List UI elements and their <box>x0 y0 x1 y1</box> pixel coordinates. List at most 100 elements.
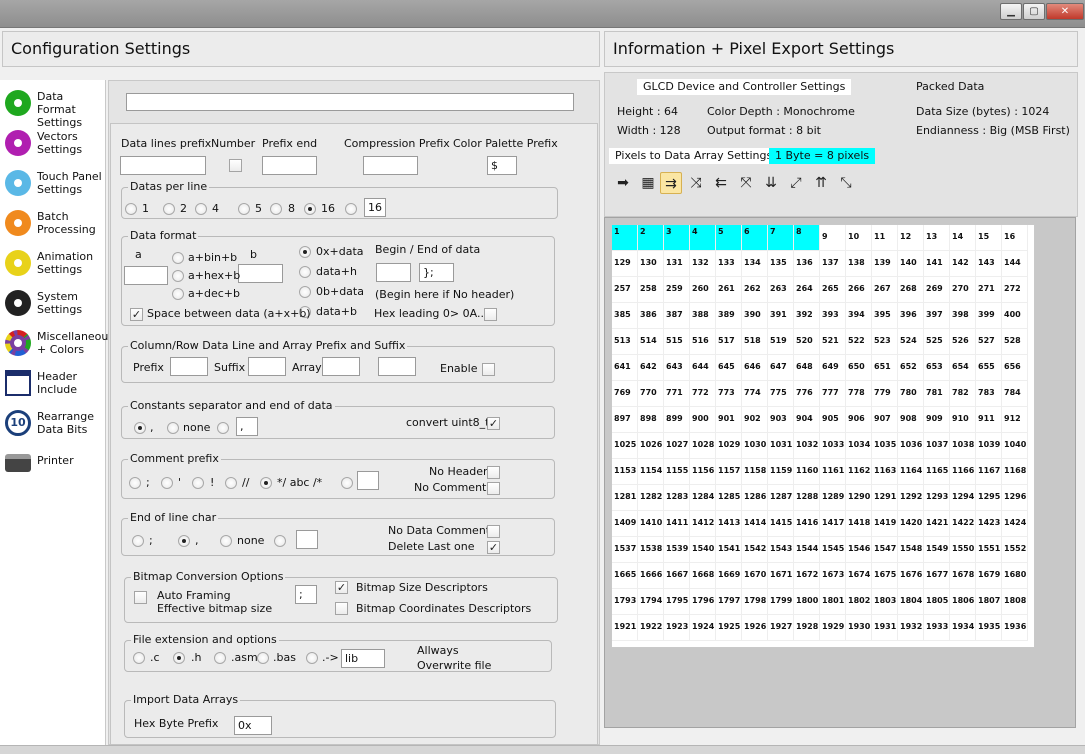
pixel-cell[interactable]: 1036 <box>898 433 924 459</box>
pixel-cell[interactable]: 132 <box>690 251 716 277</box>
radio-bin[interactable] <box>172 252 184 264</box>
pixel-cell[interactable]: 514 <box>638 329 664 355</box>
datas-radio-4[interactable] <box>195 203 207 215</box>
pixel-cell[interactable]: 772 <box>690 381 716 407</box>
pixel-cell[interactable]: 775 <box>768 381 794 407</box>
pixel-cell[interactable]: 778 <box>846 381 872 407</box>
pixel-cell[interactable]: 1799 <box>768 589 794 615</box>
pixel-cell[interactable]: 1930 <box>846 615 872 641</box>
pixel-cell[interactable]: 900 <box>690 407 716 433</box>
pixel-cell[interactable]: 271 <box>976 277 1002 303</box>
pixel-cell[interactable]: 1168 <box>1002 459 1028 485</box>
pixel-cell[interactable]: 1933 <box>924 615 950 641</box>
pixel-cell[interactable]: 1804 <box>898 589 924 615</box>
pixel-cell[interactable]: 1668 <box>690 563 716 589</box>
radio-dec[interactable] <box>172 288 184 300</box>
pixel-cell[interactable]: 780 <box>898 381 924 407</box>
pixel-cell[interactable]: 1167 <box>976 459 1002 485</box>
pixel-cell[interactable]: 782 <box>950 381 976 407</box>
pixel-cell[interactable]: 1807 <box>976 589 1002 615</box>
pixel-cell[interactable]: 1155 <box>664 459 690 485</box>
pixel-cell[interactable]: 1805 <box>924 589 950 615</box>
pixel-cell[interactable]: 385 <box>612 303 638 329</box>
pixel-cell[interactable]: 1537 <box>612 537 638 563</box>
pixel-cell[interactable]: 1032 <box>794 433 820 459</box>
pixel-cell[interactable]: 651 <box>872 355 898 381</box>
pixel-cell[interactable]: 1808 <box>1002 589 1028 615</box>
separator-custom-input[interactable]: , <box>236 417 258 436</box>
hex-leading-checkbox[interactable] <box>484 308 497 321</box>
pixel-cell[interactable]: 1031 <box>768 433 794 459</box>
number-checkbox[interactable] <box>229 159 242 172</box>
pixel-cell[interactable]: 1288 <box>794 485 820 511</box>
pixel-cell[interactable]: 783 <box>976 381 1002 407</box>
pixel-cell[interactable]: 1030 <box>742 433 768 459</box>
pixel-cell[interactable]: 646 <box>742 355 768 381</box>
pixel-cell[interactable]: 654 <box>950 355 976 381</box>
pixel-cell[interactable]: 1794 <box>638 589 664 615</box>
pixel-cell[interactable]: 11 <box>872 225 898 251</box>
pixel-grid[interactable]: 1 2 3 4 5 6 7 8 9 10 11 12 13 14 15 16 129 130 131 132 133 13… <box>611 224 1035 648</box>
pixel-cell[interactable]: 655 <box>976 355 1002 381</box>
sidebar-item-header-include[interactable]: Header Include <box>2 364 104 402</box>
eol-radio-none[interactable] <box>220 535 232 547</box>
pixel-cell[interactable]: 898 <box>638 407 664 433</box>
pixel-cell[interactable]: 1415 <box>768 511 794 537</box>
pixel-cell[interactable]: 1552 <box>1002 537 1028 563</box>
pixel-cell[interactable]: 645 <box>716 355 742 381</box>
pixel-cell[interactable]: 1281 <box>612 485 638 511</box>
separator-radio-comma[interactable] <box>134 422 146 434</box>
convert-uint8-checkbox[interactable]: ✓ <box>487 417 500 430</box>
pixel-cell[interactable]: 522 <box>846 329 872 355</box>
bitmap-size-checkbox[interactable]: ✓ <box>335 581 348 594</box>
pixel-cell[interactable]: 1154 <box>638 459 664 485</box>
pixel-cell[interactable]: 1806 <box>950 589 976 615</box>
pixel-cell[interactable]: 1292 <box>898 485 924 511</box>
pixel-cell[interactable]: 912 <box>1002 407 1028 433</box>
ext-custom-input[interactable]: lib <box>341 649 385 668</box>
pixel-cell[interactable]: 1423 <box>976 511 1002 537</box>
comment-radio-quote[interactable] <box>161 477 173 489</box>
eol-custom-input[interactable] <box>296 530 318 549</box>
no-header-checkbox[interactable] <box>487 466 500 479</box>
array-suffix-input[interactable] <box>378 357 416 376</box>
pixel-cell[interactable]: 1548 <box>898 537 924 563</box>
pixel-cell[interactable]: 133 <box>716 251 742 277</box>
ext-radio-c[interactable] <box>133 652 145 664</box>
pixel-cell[interactable]: 1412 <box>690 511 716 537</box>
pixel-cell[interactable]: 1158 <box>742 459 768 485</box>
pixel-cell[interactable]: 779 <box>872 381 898 407</box>
pixel-cell[interactable]: 515 <box>664 329 690 355</box>
pixel-cell[interactable]: 1410 <box>638 511 664 537</box>
pixel-cell[interactable]: 770 <box>638 381 664 407</box>
pixel-cell[interactable]: 648 <box>794 355 820 381</box>
pixel-cell[interactable]: 393 <box>820 303 846 329</box>
enable-checkbox[interactable] <box>482 363 495 376</box>
pixel-cell[interactable]: 1669 <box>716 563 742 589</box>
pixel-cell[interactable]: 650 <box>846 355 872 381</box>
pixel-cell[interactable]: 4 <box>690 225 716 251</box>
pixel-cell[interactable]: 1 <box>612 225 638 251</box>
radio-0b-data[interactable] <box>299 286 311 298</box>
pixel-cell[interactable]: 1422 <box>950 511 976 537</box>
pixel-cell[interactable]: 391 <box>768 303 794 329</box>
pixel-cell[interactable]: 1680 <box>1002 563 1028 589</box>
pixel-cell[interactable]: 641 <box>612 355 638 381</box>
arrows-diag-icon[interactable]: ⤡ <box>835 172 857 194</box>
pixel-cell[interactable]: 897 <box>612 407 638 433</box>
pixel-cell[interactable]: 1418 <box>846 511 872 537</box>
pixel-cell[interactable]: 906 <box>846 407 872 433</box>
pixel-cell[interactable]: 1285 <box>716 485 742 511</box>
sidebar-item-batch[interactable]: Batch Processing <box>2 204 104 242</box>
pixel-cell[interactable]: 144 <box>1002 251 1028 277</box>
pixel-cell[interactable]: 1549 <box>924 537 950 563</box>
pixel-cell[interactable]: 1923 <box>664 615 690 641</box>
arrows-up-right-icon[interactable]: ⤢ <box>785 172 807 194</box>
swap-right-icon[interactable]: ⇉ <box>660 172 682 194</box>
pixel-cell[interactable]: 1671 <box>768 563 794 589</box>
pixel-cell[interactable]: 1926 <box>742 615 768 641</box>
pixel-cell[interactable]: 268 <box>898 277 924 303</box>
pixel-cell[interactable]: 131 <box>664 251 690 277</box>
bitmap-coords-checkbox[interactable] <box>335 602 348 615</box>
pixel-cell[interactable]: 1800 <box>794 589 820 615</box>
